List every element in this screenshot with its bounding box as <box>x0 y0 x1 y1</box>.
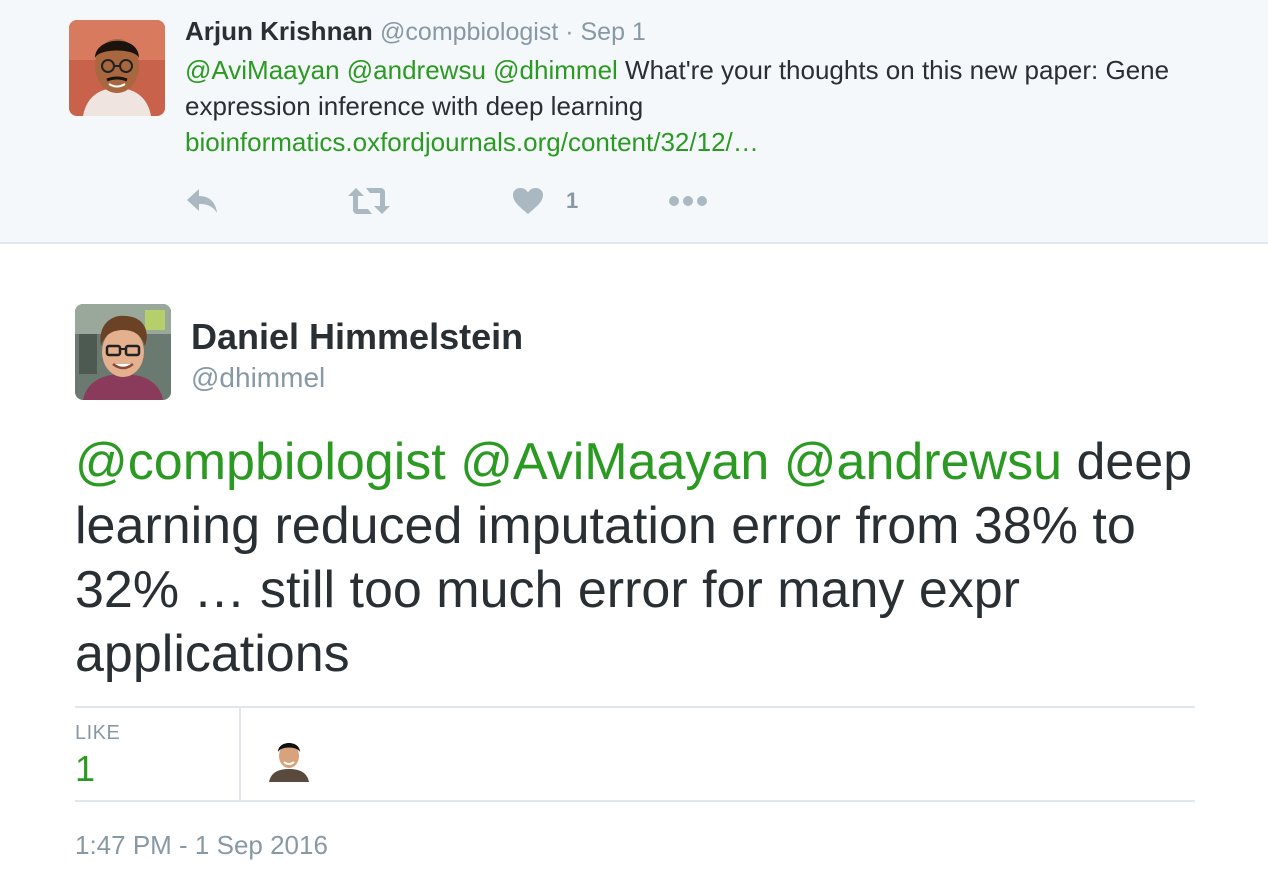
avatar-daniel-image <box>75 304 171 400</box>
retweet-icon <box>348 188 390 214</box>
author-name[interactable]: Arjun Krishnan <box>185 16 373 46</box>
tweet-actions: 1 <box>185 178 785 224</box>
liker-avatar-image <box>265 734 313 782</box>
mention-link[interactable]: @AviMaayan <box>460 433 769 491</box>
likes-stat[interactable]: LIKE 1 <box>75 708 241 800</box>
heart-icon <box>513 188 543 214</box>
mention-link[interactable]: @compbiologist <box>75 433 446 491</box>
author-name[interactable]: Daniel Himmelstein <box>191 316 523 358</box>
reply-icon <box>187 189 217 213</box>
meta-separator: · <box>558 18 581 46</box>
mention-link[interactable]: @andrewsu <box>784 433 1062 491</box>
tweet-text: @compbiologist @AviMaayan @andrewsu deep… <box>75 430 1195 686</box>
avatar[interactable] <box>75 304 171 400</box>
likes-value: 1 <box>75 748 96 789</box>
mention-link[interactable]: @AviMaayan <box>185 55 340 85</box>
retweet-button[interactable] <box>348 178 390 224</box>
tweet-date[interactable]: Sep 1 <box>581 18 646 46</box>
reply-button[interactable] <box>185 178 219 224</box>
more-icon <box>669 196 707 206</box>
parent-tweet[interactable]: Arjun Krishnan @compbiologist · Sep 1 @A… <box>0 0 1268 244</box>
likes-label: LIKE <box>75 722 121 744</box>
avatar[interactable] <box>69 20 165 116</box>
author-handle[interactable]: @compbiologist <box>380 18 558 46</box>
tweet-text: @AviMaayan @andrewsu @dhimmel What're yo… <box>185 52 1225 160</box>
tweet-timestamp[interactable]: 1:47 PM - 1 Sep 2016 <box>75 830 328 861</box>
tweet-stats: LIKE 1 <box>75 706 1195 802</box>
liker-avatar[interactable] <box>265 734 313 782</box>
mention-link[interactable]: @andrewsu <box>347 55 486 85</box>
author-handle[interactable]: @dhimmel <box>191 362 325 394</box>
tweet-header: Arjun Krishnan @compbiologist · Sep 1 <box>185 16 646 47</box>
paper-link[interactable]: bioinformatics.oxfordjournals.org/conten… <box>185 127 759 157</box>
more-button[interactable] <box>668 178 708 224</box>
like-count: 1 <box>566 188 579 213</box>
avatar-arjun-image <box>69 20 165 116</box>
like-button[interactable]: 1 <box>512 178 578 224</box>
mention-link[interactable]: @dhimmel <box>493 55 618 85</box>
